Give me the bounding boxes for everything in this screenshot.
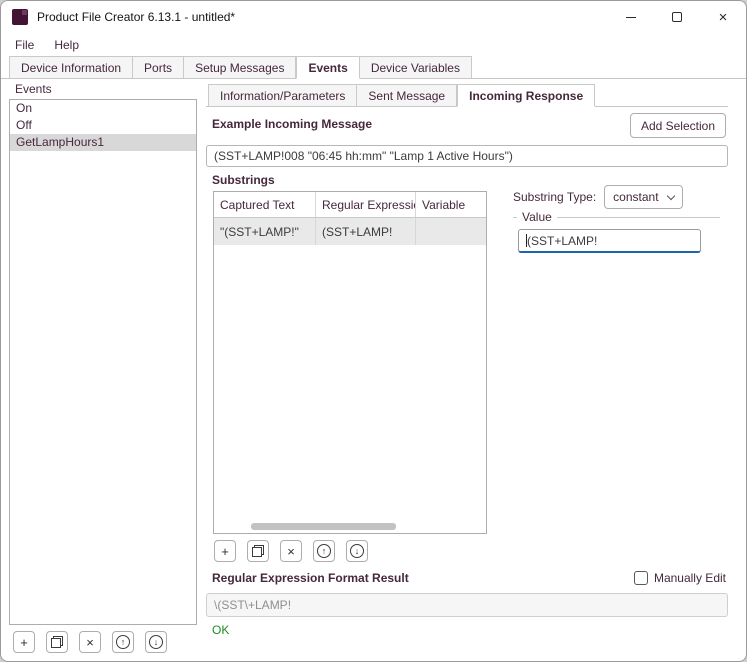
maximize-button[interactable] xyxy=(654,1,700,33)
substring-type-select[interactable]: constant xyxy=(604,185,682,209)
tab-information-parameters[interactable]: Information/Parameters xyxy=(208,84,357,107)
cell-regular-expression[interactable]: (SST+LAMP! xyxy=(316,218,416,245)
substrings-heading: Substrings xyxy=(212,173,275,187)
copy-icon xyxy=(51,636,63,648)
arrow-down-circle-icon: ↓ xyxy=(350,544,364,558)
plus-icon: + xyxy=(221,545,229,558)
column-header-captured-text[interactable]: Captured Text xyxy=(214,192,316,217)
move-event-up-button[interactable]: ↑ xyxy=(112,631,134,653)
window-title: Product File Creator 6.13.1 - untitled* xyxy=(37,10,235,24)
tab-events[interactable]: Events xyxy=(296,56,359,79)
manually-edit-control: Manually Edit xyxy=(634,571,726,585)
cell-variable[interactable] xyxy=(416,218,486,245)
tab-device-variables[interactable]: Device Variables xyxy=(360,56,472,79)
tab-incoming-response[interactable]: Incoming Response xyxy=(457,84,595,107)
event-sub-tab-bar: Information/Parameters Sent Message Inco… xyxy=(206,83,728,107)
tab-setup-messages[interactable]: Setup Messages xyxy=(184,56,296,79)
tab-sent-message[interactable]: Sent Message xyxy=(357,84,457,107)
minimize-button[interactable] xyxy=(608,1,654,33)
substrings-table: Captured Text Regular Expressio Variable… xyxy=(213,191,487,534)
window-controls: × xyxy=(608,1,746,33)
cell-captured-text[interactable]: "(SST+LAMP!" xyxy=(214,218,316,245)
app-icon xyxy=(12,9,28,25)
move-event-down-button[interactable]: ↓ xyxy=(145,631,167,653)
events-heading: Events xyxy=(9,79,197,99)
delete-substring-button[interactable]: × xyxy=(280,540,302,562)
plus-icon: + xyxy=(20,636,28,649)
event-detail-panel: Information/Parameters Sent Message Inco… xyxy=(206,83,728,649)
add-event-button[interactable]: + xyxy=(13,631,35,653)
title-bar: Product File Creator 6.13.1 - untitled* … xyxy=(1,1,746,33)
main-tab-bar: Device Information Ports Setup Messages … xyxy=(1,57,746,79)
events-list[interactable]: On Off GetLampHours1 xyxy=(9,99,197,625)
value-group-title-row: Value xyxy=(513,209,720,225)
delete-icon: × xyxy=(287,545,295,558)
delete-icon: × xyxy=(86,636,94,649)
value-heading: Value xyxy=(522,210,552,224)
minimize-icon xyxy=(626,17,636,18)
events-toolbar: + × ↑ ↓ xyxy=(9,631,197,653)
arrow-down-circle-icon: ↓ xyxy=(149,635,163,649)
add-substring-button[interactable]: + xyxy=(214,540,236,562)
substrings-toolbar: + × ↑ ↓ xyxy=(214,540,368,562)
add-selection-button[interactable]: Add Selection xyxy=(630,113,726,138)
scrollbar-thumb[interactable] xyxy=(251,523,396,530)
status-text: OK xyxy=(212,623,229,637)
menu-bar: File Help xyxy=(1,33,746,57)
manually-edit-label: Manually Edit xyxy=(654,571,726,585)
table-horizontal-scrollbar[interactable] xyxy=(216,523,484,531)
duplicate-substring-button[interactable] xyxy=(247,540,269,562)
regex-format-result-field: \(SST\+LAMP! xyxy=(206,593,728,617)
tab-device-information[interactable]: Device Information xyxy=(9,56,133,79)
move-substring-down-button[interactable]: ↓ xyxy=(346,540,368,562)
chevron-down-icon xyxy=(666,191,674,199)
value-input-text: (SST+LAMP! xyxy=(527,234,597,248)
arrow-up-circle-icon: ↑ xyxy=(317,544,331,558)
event-list-item[interactable]: Off xyxy=(10,117,196,134)
substring-type-value: constant xyxy=(613,190,658,204)
delete-event-button[interactable]: × xyxy=(79,631,101,653)
copy-icon xyxy=(252,545,264,557)
column-header-regular-expression[interactable]: Regular Expressio xyxy=(316,192,416,217)
events-panel: Events On Off GetLampHours1 + × ↑ ↓ xyxy=(9,79,197,653)
substring-type-row: Substring Type: constant xyxy=(513,185,683,209)
event-list-item-selected[interactable]: GetLampHours1 xyxy=(10,134,196,151)
value-input[interactable]: (SST+LAMP! xyxy=(518,229,701,253)
regex-format-result-heading: Regular Expression Format Result xyxy=(212,571,409,585)
menu-help[interactable]: Help xyxy=(44,34,89,56)
value-group: Value (SST+LAMP! xyxy=(513,209,720,225)
substrings-table-header: Captured Text Regular Expressio Variable xyxy=(214,192,486,218)
substring-type-label: Substring Type: xyxy=(513,190,596,204)
column-header-variable[interactable]: Variable xyxy=(416,192,486,217)
manually-edit-checkbox[interactable] xyxy=(634,571,648,585)
example-incoming-message-text: (SST+LAMP!008 "06:45 hh:mm" "Lamp 1 Acti… xyxy=(214,149,513,163)
regex-format-result-text: \(SST\+LAMP! xyxy=(214,598,291,612)
app-window: Product File Creator 6.13.1 - untitled* … xyxy=(0,0,747,662)
arrow-up-circle-icon: ↑ xyxy=(116,635,130,649)
example-incoming-message-input[interactable]: (SST+LAMP!008 "06:45 hh:mm" "Lamp 1 Acti… xyxy=(206,145,728,167)
move-substring-up-button[interactable]: ↑ xyxy=(313,540,335,562)
tab-ports[interactable]: Ports xyxy=(133,56,184,79)
example-incoming-message-heading: Example Incoming Message xyxy=(212,117,372,131)
menu-file[interactable]: File xyxy=(5,34,44,56)
substring-table-row[interactable]: "(SST+LAMP!" (SST+LAMP! xyxy=(214,218,486,245)
event-list-item[interactable]: On xyxy=(10,100,196,117)
close-button[interactable]: × xyxy=(700,1,746,33)
duplicate-event-button[interactable] xyxy=(46,631,68,653)
value-group-line xyxy=(513,217,517,218)
value-group-line xyxy=(557,217,720,218)
maximize-icon xyxy=(672,12,682,22)
